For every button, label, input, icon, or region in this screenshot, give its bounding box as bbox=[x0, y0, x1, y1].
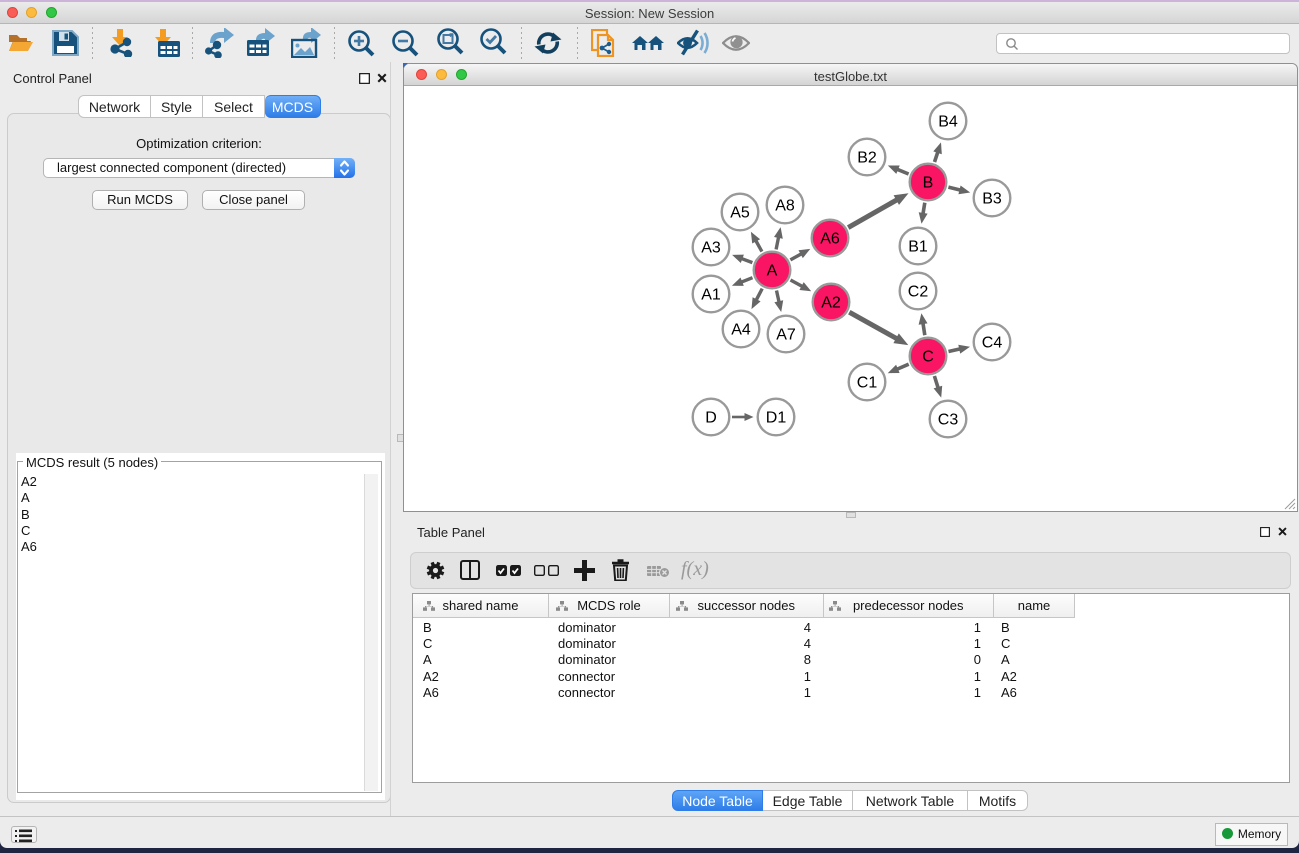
svg-text:B: B bbox=[923, 175, 934, 192]
svg-text:A2: A2 bbox=[821, 295, 841, 312]
svg-text:B2: B2 bbox=[857, 150, 877, 167]
svg-text:B3: B3 bbox=[982, 191, 1002, 208]
svg-text:C: C bbox=[922, 349, 934, 366]
svg-text:A5: A5 bbox=[730, 205, 750, 222]
svg-text:C3: C3 bbox=[938, 412, 959, 429]
svg-text:A: A bbox=[767, 263, 778, 280]
svg-text:A6: A6 bbox=[820, 231, 840, 248]
svg-text:A7: A7 bbox=[776, 327, 796, 344]
svg-text:A8: A8 bbox=[775, 198, 795, 215]
svg-text:D1: D1 bbox=[766, 410, 787, 427]
svg-text:B4: B4 bbox=[938, 114, 958, 131]
svg-text:C1: C1 bbox=[857, 375, 878, 392]
svg-text:A4: A4 bbox=[731, 322, 751, 339]
svg-text:A3: A3 bbox=[701, 240, 721, 257]
svg-text:C4: C4 bbox=[982, 335, 1003, 352]
svg-text:C2: C2 bbox=[908, 284, 929, 301]
svg-text:A1: A1 bbox=[701, 287, 721, 304]
svg-text:B1: B1 bbox=[908, 239, 928, 256]
svg-text:D: D bbox=[705, 410, 717, 427]
